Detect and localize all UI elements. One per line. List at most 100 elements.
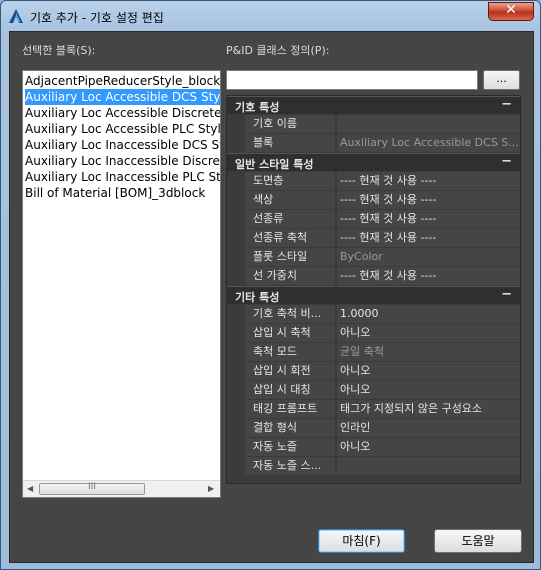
property-row[interactable]: 삽입 시 회전 아니오 [227, 362, 520, 381]
class-definition-field[interactable] [226, 70, 478, 90]
row-gutter [227, 134, 245, 153]
property-value[interactable]: 아니오 [337, 324, 520, 343]
category-title: 일반 스타일 특성 [235, 158, 314, 171]
property-name: 플롯 스타일 [245, 248, 336, 267]
property-name: 기호 축척 비... [245, 305, 336, 324]
title-bar[interactable]: 기호 추가 - 기호 설정 편집 ✕ [1, 1, 541, 31]
property-name: 삽입 시 회전 [245, 362, 336, 381]
row-gutter [227, 248, 245, 267]
dialog-client: 선택한 블록(S): P&ID 클래스 정의(P): AdjacentPipeR… [9, 31, 534, 563]
list-item[interactable]: Auxiliary Loc Accessible PLC Style [25, 121, 220, 137]
close-icon: ✕ [505, 2, 517, 18]
scroll-grip-icon: III [88, 482, 96, 492]
list-item[interactable]: Auxiliary Loc Inaccessible Discrete [25, 153, 220, 169]
property-row[interactable]: 색상 ---- 현재 것 사용 ---- [227, 191, 520, 210]
property-value[interactable]: ---- 현재 것 사용 ---- [337, 191, 520, 210]
row-gutter [227, 229, 245, 248]
property-category[interactable]: 일반 스타일 특성 − [227, 153, 520, 171]
property-value[interactable]: 1.0000 [337, 305, 520, 324]
property-name: 도면층 [245, 172, 336, 191]
browse-button[interactable]: ... [483, 70, 520, 90]
property-row[interactable]: 축척 모드 균일 축척 [227, 343, 520, 362]
row-gutter [227, 324, 245, 343]
list-item[interactable]: Auxiliary Loc Accessible Discrete [25, 105, 220, 121]
property-row[interactable]: 삽입 시 축척 아니오 [227, 324, 520, 343]
property-name: 선종류 [245, 210, 336, 229]
category-title: 기타 특성 [235, 291, 280, 304]
scroll-thumb[interactable]: III [39, 482, 145, 495]
row-gutter [227, 381, 245, 400]
close-button[interactable]: ✕ [488, 2, 534, 21]
row-gutter [227, 419, 245, 438]
property-name: 결합 형식 [245, 419, 336, 438]
property-category[interactable]: 기호 특성 − [227, 96, 520, 114]
row-gutter [227, 362, 245, 381]
property-value[interactable]: 인라인 [337, 419, 520, 438]
list-item[interactable]: AdjacentPipeReducerStyle_block [25, 73, 220, 89]
property-row[interactable]: 선 가중치 ---- 현재 것 사용 ---- [227, 267, 520, 286]
property-name: 색상 [245, 191, 336, 210]
property-row[interactable]: 플롯 스타일 ByColor [227, 248, 520, 267]
horizontal-scrollbar[interactable]: ◀ III ▶ [23, 480, 220, 497]
property-row[interactable]: 결합 형식 인라인 [227, 419, 520, 438]
row-gutter [227, 457, 245, 476]
property-name: 블록 [245, 134, 336, 153]
property-row[interactable]: 도면층 ---- 현재 것 사용 ---- [227, 172, 520, 191]
property-category[interactable]: 기타 특성 − [227, 286, 520, 304]
property-row[interactable]: 삽입 시 대칭 아니오 [227, 381, 520, 400]
property-name: 선 가중치 [245, 267, 336, 286]
list-item[interactable]: Auxiliary Loc Accessible DCS Style [25, 89, 220, 105]
property-value[interactable]: ---- 현재 것 사용 ---- [337, 172, 520, 191]
collapse-icon[interactable]: − [501, 154, 512, 169]
row-gutter [227, 210, 245, 229]
scroll-right-icon[interactable]: ▶ [208, 484, 214, 493]
property-value[interactable] [337, 115, 520, 134]
row-gutter [227, 172, 245, 191]
property-value[interactable] [337, 457, 520, 476]
property-value[interactable]: 균일 축척 [337, 343, 520, 362]
selected-blocks-label: 선택한 블록(S): [22, 44, 96, 57]
row-gutter [227, 115, 245, 134]
property-value[interactable]: 아니오 [337, 362, 520, 381]
property-row[interactable]: 자동 노즐 스... [227, 457, 520, 476]
property-value[interactable]: 태그가 지정되지 않은 구성요소 [337, 400, 520, 419]
property-name: 자동 노즐 [245, 438, 336, 457]
row-gutter [227, 267, 245, 286]
property-value[interactable]: 아니오 [337, 438, 520, 457]
row-gutter [227, 191, 245, 210]
property-name: 선종류 축척 [245, 229, 336, 248]
property-grid: 기호 특성 − 기호 이름 블록 Auxiliary Loc Accessible DC… [226, 95, 521, 484]
property-row[interactable]: 기호 이름 [227, 115, 520, 134]
window-title: 기호 추가 - 기호 설정 편집 [30, 11, 164, 25]
class-definition-label: P&ID 클래스 정의(P): [226, 44, 330, 57]
property-name: 삽입 시 축척 [245, 324, 336, 343]
dialog-window: 기호 추가 - 기호 설정 편집 ✕ 선택한 블록(S): P&ID 클래스 정… [0, 0, 541, 570]
row-gutter [227, 400, 245, 419]
property-row[interactable]: 선종류 축척 ---- 현재 것 사용 ---- [227, 229, 520, 248]
property-name: 자동 노즐 스... [245, 457, 336, 476]
list-item[interactable]: Bill of Material [BOM]_3dblock [25, 185, 220, 201]
property-row[interactable]: 태깅 프롬프트 태그가 지정되지 않은 구성요소 [227, 400, 520, 419]
property-value[interactable]: ---- 현재 것 사용 ---- [337, 267, 520, 286]
property-value[interactable]: ---- 현재 것 사용 ---- [337, 210, 520, 229]
property-row[interactable]: 자동 노즐 아니오 [227, 438, 520, 457]
property-value[interactable]: 아니오 [337, 381, 520, 400]
property-row[interactable]: 선종류 ---- 현재 것 사용 ---- [227, 210, 520, 229]
property-row[interactable]: 블록 Auxiliary Loc Accessible DCS S... [227, 134, 520, 153]
collapse-icon[interactable]: − [501, 287, 512, 302]
property-row[interactable]: 기호 축척 비... 1.0000 [227, 305, 520, 324]
property-value[interactable]: Auxiliary Loc Accessible DCS S... [337, 134, 520, 153]
block-list[interactable]: AdjacentPipeReducerStyle_block Auxiliary … [22, 70, 221, 498]
property-value[interactable]: ByColor [337, 248, 520, 267]
list-item[interactable]: Auxiliary Loc Inaccessible DCS Style [25, 137, 220, 153]
collapse-icon[interactable]: − [501, 97, 512, 112]
scroll-left-icon[interactable]: ◀ [27, 484, 33, 493]
row-gutter [227, 305, 245, 324]
category-title: 기호 특성 [235, 101, 280, 114]
row-gutter [227, 438, 245, 457]
finish-button[interactable]: 마침(F) [318, 529, 405, 553]
help-button[interactable]: 도움말 [434, 529, 522, 553]
property-value[interactable]: ---- 현재 것 사용 ---- [337, 229, 520, 248]
list-item[interactable]: Auxiliary Loc Inaccessible PLC Style [25, 169, 220, 185]
property-name: 기호 이름 [245, 115, 336, 134]
